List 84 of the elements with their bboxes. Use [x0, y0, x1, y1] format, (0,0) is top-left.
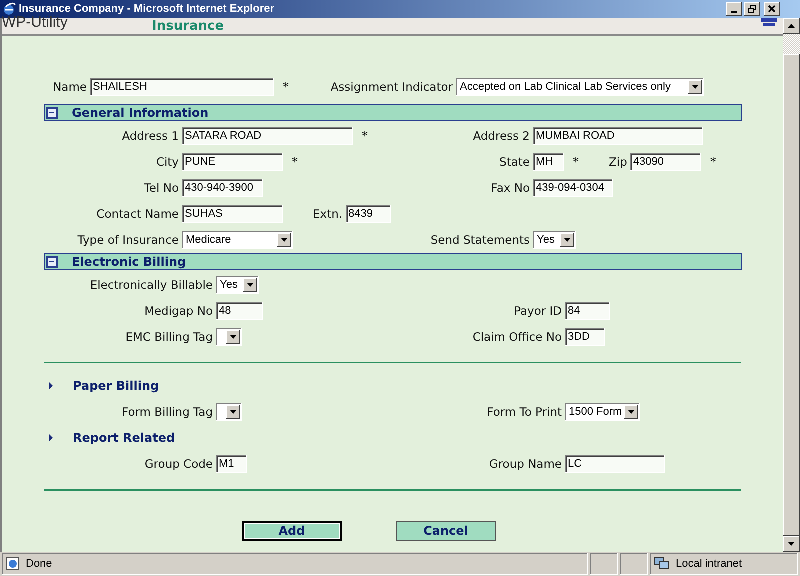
- field-label: Fax No: [490, 181, 531, 195]
- zone-text: Local intranet: [676, 558, 742, 570]
- required-mark: *: [362, 129, 368, 143]
- dropdown-arrow-icon: [230, 335, 236, 339]
- section-header[interactable]: Electronic Billing: [44, 253, 742, 270]
- field-label: Group Name: [488, 457, 563, 471]
- dropdown[interactable]: Medicare: [182, 231, 293, 249]
- text-field[interactable]: SATARA ROAD: [182, 127, 353, 145]
- field-label: Address 2: [472, 129, 531, 143]
- field-label: Electronically Billable: [89, 278, 214, 292]
- scroll-up-button[interactable]: [783, 18, 800, 34]
- page-title: Insurance: [152, 18, 224, 34]
- field-label: State: [498, 155, 531, 169]
- dropdown-arrow-icon: [280, 238, 288, 242]
- text-field[interactable]: 3DD: [565, 328, 605, 346]
- required-mark: *: [573, 155, 579, 169]
- add-button[interactable]: Add: [242, 521, 342, 541]
- field-label: Name: [52, 80, 88, 94]
- text-field[interactable]: 84: [565, 302, 610, 320]
- close-icon: [767, 4, 777, 14]
- dropdown-arrow-icon: [628, 410, 634, 414]
- browser-icon: [2, 2, 16, 16]
- field-label: Extn.: [312, 207, 344, 221]
- expand-arrow-icon[interactable]: [49, 382, 53, 390]
- field-label: Contact Name: [96, 207, 180, 221]
- dropdown-arrow-icon: [230, 410, 236, 414]
- dropdown[interactable]: Yes: [216, 276, 259, 294]
- section-title[interactable]: Paper Billing: [73, 379, 160, 393]
- dropdown[interactable]: [216, 328, 242, 346]
- field-label: EMC Billing Tag: [124, 330, 214, 344]
- restore-icon: [747, 4, 757, 14]
- scroll-down-button[interactable]: [783, 536, 800, 552]
- dropdown-arrow-icon: [692, 85, 698, 89]
- text-field[interactable]: 430-940-3900: [182, 179, 263, 197]
- close-button[interactable]: [764, 2, 780, 16]
- collapse-icon[interactable]: [46, 256, 58, 268]
- dropdown[interactable]: [216, 403, 242, 421]
- field-label: Address 1: [121, 129, 180, 143]
- status-text: Done: [26, 558, 52, 570]
- minimize-button[interactable]: [726, 2, 742, 16]
- text-field[interactable]: 439-094-0304: [533, 179, 613, 197]
- text-field[interactable]: SHAILESH: [90, 78, 274, 96]
- field-label: Tel No: [143, 181, 180, 195]
- field-label: Type of Insurance: [76, 233, 180, 247]
- text-field[interactable]: MH: [533, 153, 564, 171]
- text-field[interactable]: LC: [565, 455, 665, 473]
- down-arrow-icon: [788, 542, 795, 546]
- field-label: Zip: [608, 155, 628, 169]
- minimize-icon: [731, 11, 737, 13]
- app-name: WP-Utility: [2, 14, 69, 30]
- field-label: Send Statements: [430, 233, 531, 247]
- field-label: Group Code: [144, 457, 214, 471]
- required-mark: *: [710, 155, 716, 169]
- collapse-icon[interactable]: [46, 106, 58, 118]
- dropdown-arrow-icon: [564, 238, 570, 242]
- cancel-button[interactable]: Cancel: [396, 521, 496, 541]
- required-mark: *: [283, 80, 289, 94]
- restore-button[interactable]: [744, 2, 760, 16]
- required-mark: *: [292, 155, 298, 169]
- text-field[interactable]: M1: [216, 455, 247, 473]
- field-label: Claim Office No: [472, 330, 563, 344]
- text-field[interactable]: MUMBAI ROAD: [533, 127, 703, 145]
- dropdown[interactable]: Yes: [533, 231, 576, 249]
- intranet-icon: [654, 557, 670, 571]
- text-field[interactable]: 48: [216, 302, 263, 320]
- up-arrow-icon: [788, 24, 795, 28]
- page-icon: [6, 557, 20, 571]
- dropdown-arrow-icon: [246, 283, 254, 287]
- window-title: Insurance Company - Microsoft Internet Explorer: [19, 3, 274, 15]
- field-label: Payor ID: [513, 304, 563, 318]
- field-label: Form To Print: [486, 405, 563, 419]
- field-label: Assignment Indicator: [330, 80, 454, 94]
- field-label: City: [155, 155, 180, 169]
- dropdown[interactable]: Accepted on Lab Clinical Lab Services only: [456, 78, 704, 96]
- text-field[interactable]: PUNE: [182, 153, 283, 171]
- field-label: Form Billing Tag: [120, 405, 214, 419]
- expand-arrow-icon[interactable]: [49, 434, 53, 442]
- section-header[interactable]: General Information: [44, 104, 742, 121]
- dropdown[interactable]: 1500 Form: [565, 403, 640, 421]
- text-field[interactable]: 8439: [346, 205, 391, 223]
- section-title[interactable]: Report Related: [73, 431, 176, 445]
- text-field[interactable]: SUHAS: [182, 205, 283, 223]
- field-label: Medigap No: [144, 304, 214, 318]
- text-field[interactable]: 43090: [630, 153, 702, 171]
